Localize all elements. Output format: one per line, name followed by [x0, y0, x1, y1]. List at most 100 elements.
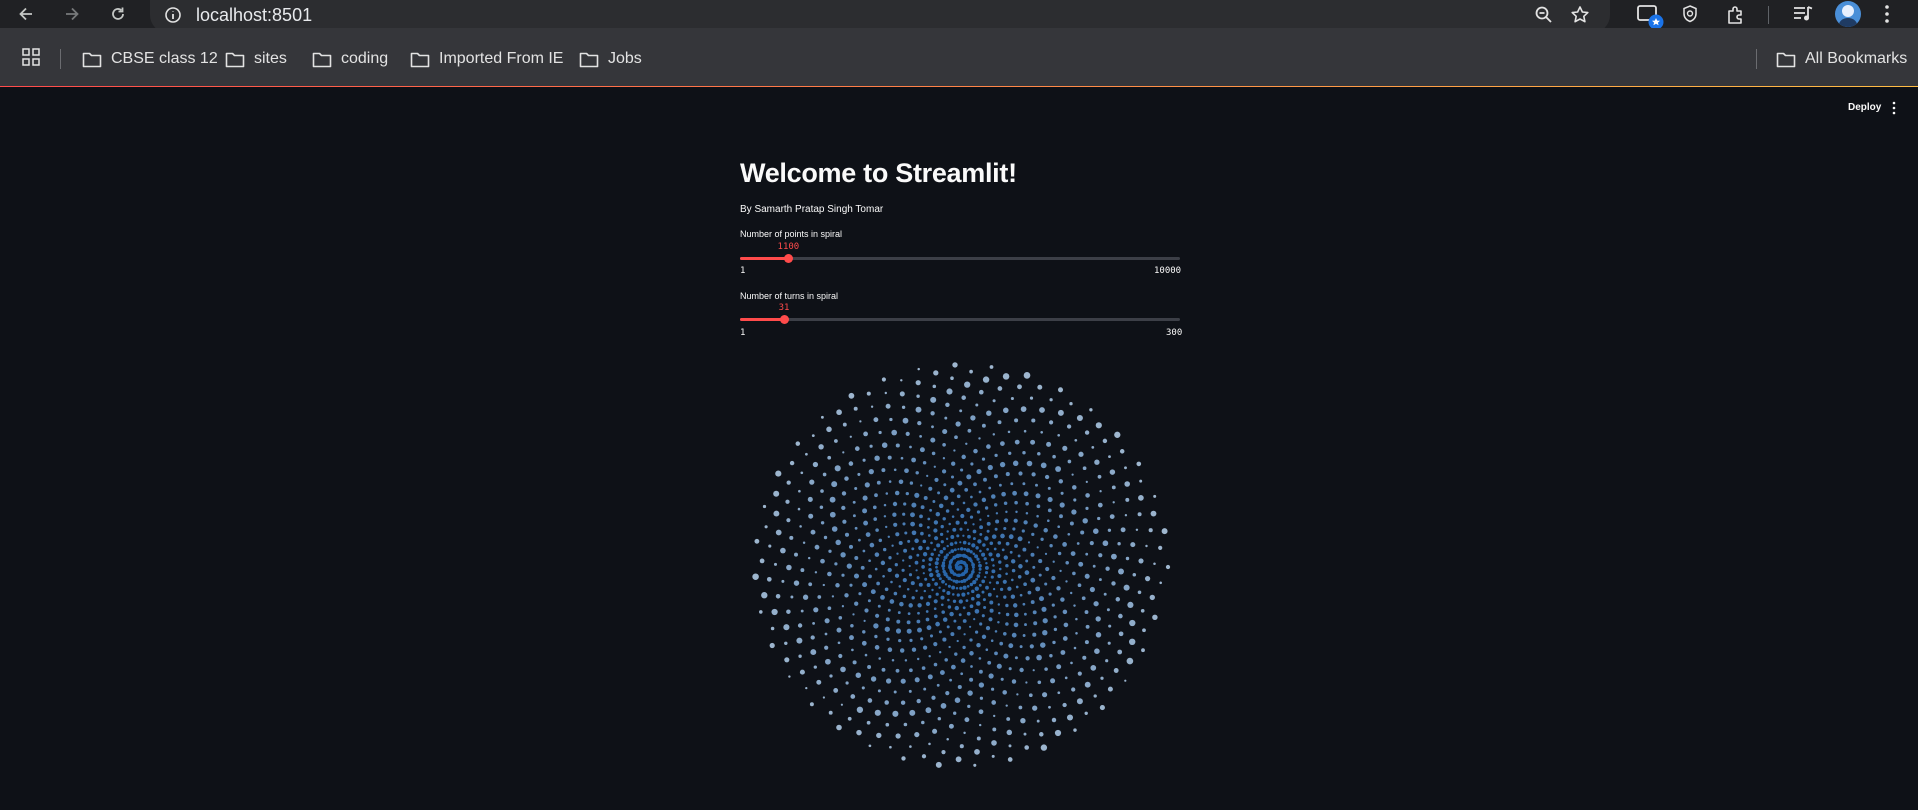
spiral-point: [850, 694, 856, 699]
spiral-point: [1012, 460, 1019, 467]
spiral-point: [981, 497, 987, 503]
spiral-point: [899, 391, 905, 397]
spiral-point: [807, 556, 811, 560]
forward-icon[interactable]: [60, 2, 84, 26]
turns-slider-thumb[interactable]: [780, 315, 789, 324]
spiral-point: [800, 609, 804, 613]
browser-menu-icon[interactable]: [1883, 4, 1891, 24]
spiral-point: [1141, 648, 1145, 653]
app-menu-icon[interactable]: [1892, 101, 1896, 120]
spiral-point: [916, 394, 920, 398]
spiral-point: [1057, 433, 1061, 437]
spiral-point: [976, 574, 981, 578]
spiral-point: [903, 548, 908, 553]
spiral-point: [926, 583, 931, 587]
spiral-point: [884, 391, 887, 395]
bookmark-folder-jobs[interactable]: Jobs: [579, 49, 642, 69]
spiral-point: [963, 633, 966, 636]
spiral-point: [953, 548, 957, 552]
spiral-point: [1085, 506, 1089, 510]
spiral-point: [969, 651, 974, 656]
spiral-point: [957, 548, 960, 551]
spiral-point: [993, 503, 998, 507]
spiral-point: [1000, 677, 1004, 681]
all-bookmarks-folder[interactable]: All Bookmarks: [1776, 49, 1907, 69]
back-icon[interactable]: [14, 2, 38, 26]
spiral-point: [1008, 744, 1012, 748]
spiral-point: [1022, 450, 1026, 455]
spiral-point: [917, 611, 920, 615]
spiral-point: [858, 592, 862, 596]
profile-avatar[interactable]: [1835, 1, 1861, 27]
url-text[interactable]: localhost:8501: [196, 5, 312, 26]
spiral-point: [959, 744, 964, 749]
bookmark-folder-cbse[interactable]: CBSE class 12: [82, 49, 218, 69]
spiral-point: [971, 565, 975, 569]
spiral-point: [918, 545, 923, 551]
reload-icon[interactable]: [106, 2, 130, 26]
shield-icon[interactable]: [1680, 4, 1700, 24]
spiral-point: [867, 665, 872, 669]
bookmark-folder-imported-from-ie[interactable]: Imported From IE: [410, 49, 563, 69]
spiral-point: [1062, 636, 1068, 641]
spiral-point: [922, 539, 927, 544]
spiral-point: [1008, 451, 1012, 455]
spiral-point: [1136, 461, 1142, 467]
spiral-point: [1025, 681, 1028, 684]
spiral-point: [950, 549, 955, 553]
spiral-point: [935, 592, 939, 596]
spiral-point: [940, 540, 944, 544]
spiral-point: [810, 635, 815, 640]
extension-badge-icon[interactable]: [1636, 4, 1666, 30]
spiral-point: [1035, 586, 1041, 592]
bookmark-folder-sites[interactable]: sites: [225, 49, 287, 69]
spiral-point: [1023, 520, 1028, 525]
spiral-point: [927, 534, 931, 537]
apps-grid-icon[interactable]: [22, 48, 40, 66]
spiral-point: [891, 429, 898, 436]
spiral-point: [1023, 732, 1027, 736]
deploy-button[interactable]: Deploy: [1848, 102, 1881, 113]
spiral-point: [863, 431, 868, 437]
spiral-point: [911, 647, 917, 652]
spiral-point: [942, 428, 948, 435]
bookmark-folder-coding[interactable]: coding: [312, 49, 388, 69]
spiral-point: [930, 411, 935, 416]
spiral-point: [949, 678, 952, 682]
spiral-point: [983, 605, 987, 610]
spiral-point: [1085, 624, 1090, 629]
spiral-point: [1124, 481, 1130, 487]
media-controls-icon[interactable]: [1792, 4, 1814, 24]
spiral-point: [972, 529, 977, 534]
spiral-point: [919, 447, 925, 453]
spiral-point: [999, 587, 1004, 592]
spiral-point: [867, 698, 873, 703]
spiral-point: [1003, 653, 1009, 659]
site-info-icon[interactable]: [164, 6, 182, 24]
spiral-point: [800, 568, 805, 573]
spiral-point: [1055, 466, 1062, 472]
spiral-point: [1076, 698, 1083, 705]
spiral-point: [1030, 600, 1035, 605]
spiral-point: [1023, 582, 1027, 587]
spiral-point: [884, 626, 890, 632]
spiral-point: [954, 697, 961, 703]
spiral-point: [834, 465, 841, 472]
spiral-point: [916, 619, 921, 624]
spiral-point: [887, 647, 893, 652]
spiral-point: [1059, 569, 1062, 573]
spiral-point: [969, 582, 974, 587]
turns-slider[interactable]: [740, 315, 1180, 324]
spiral-point: [1023, 372, 1031, 379]
points-slider-thumb[interactable]: [784, 254, 794, 263]
spiral-point: [1002, 373, 1010, 380]
spiral-point: [946, 388, 953, 395]
spiral-point: [1084, 573, 1090, 579]
bookmark-star-icon[interactable]: [1570, 5, 1590, 25]
spiral-point: [1115, 597, 1121, 602]
spiral-point: [1011, 568, 1016, 573]
extensions-puzzle-icon[interactable]: [1725, 4, 1747, 26]
points-slider[interactable]: [740, 254, 1180, 263]
zoom-icon[interactable]: [1534, 5, 1554, 25]
spiral-point: [922, 461, 927, 465]
